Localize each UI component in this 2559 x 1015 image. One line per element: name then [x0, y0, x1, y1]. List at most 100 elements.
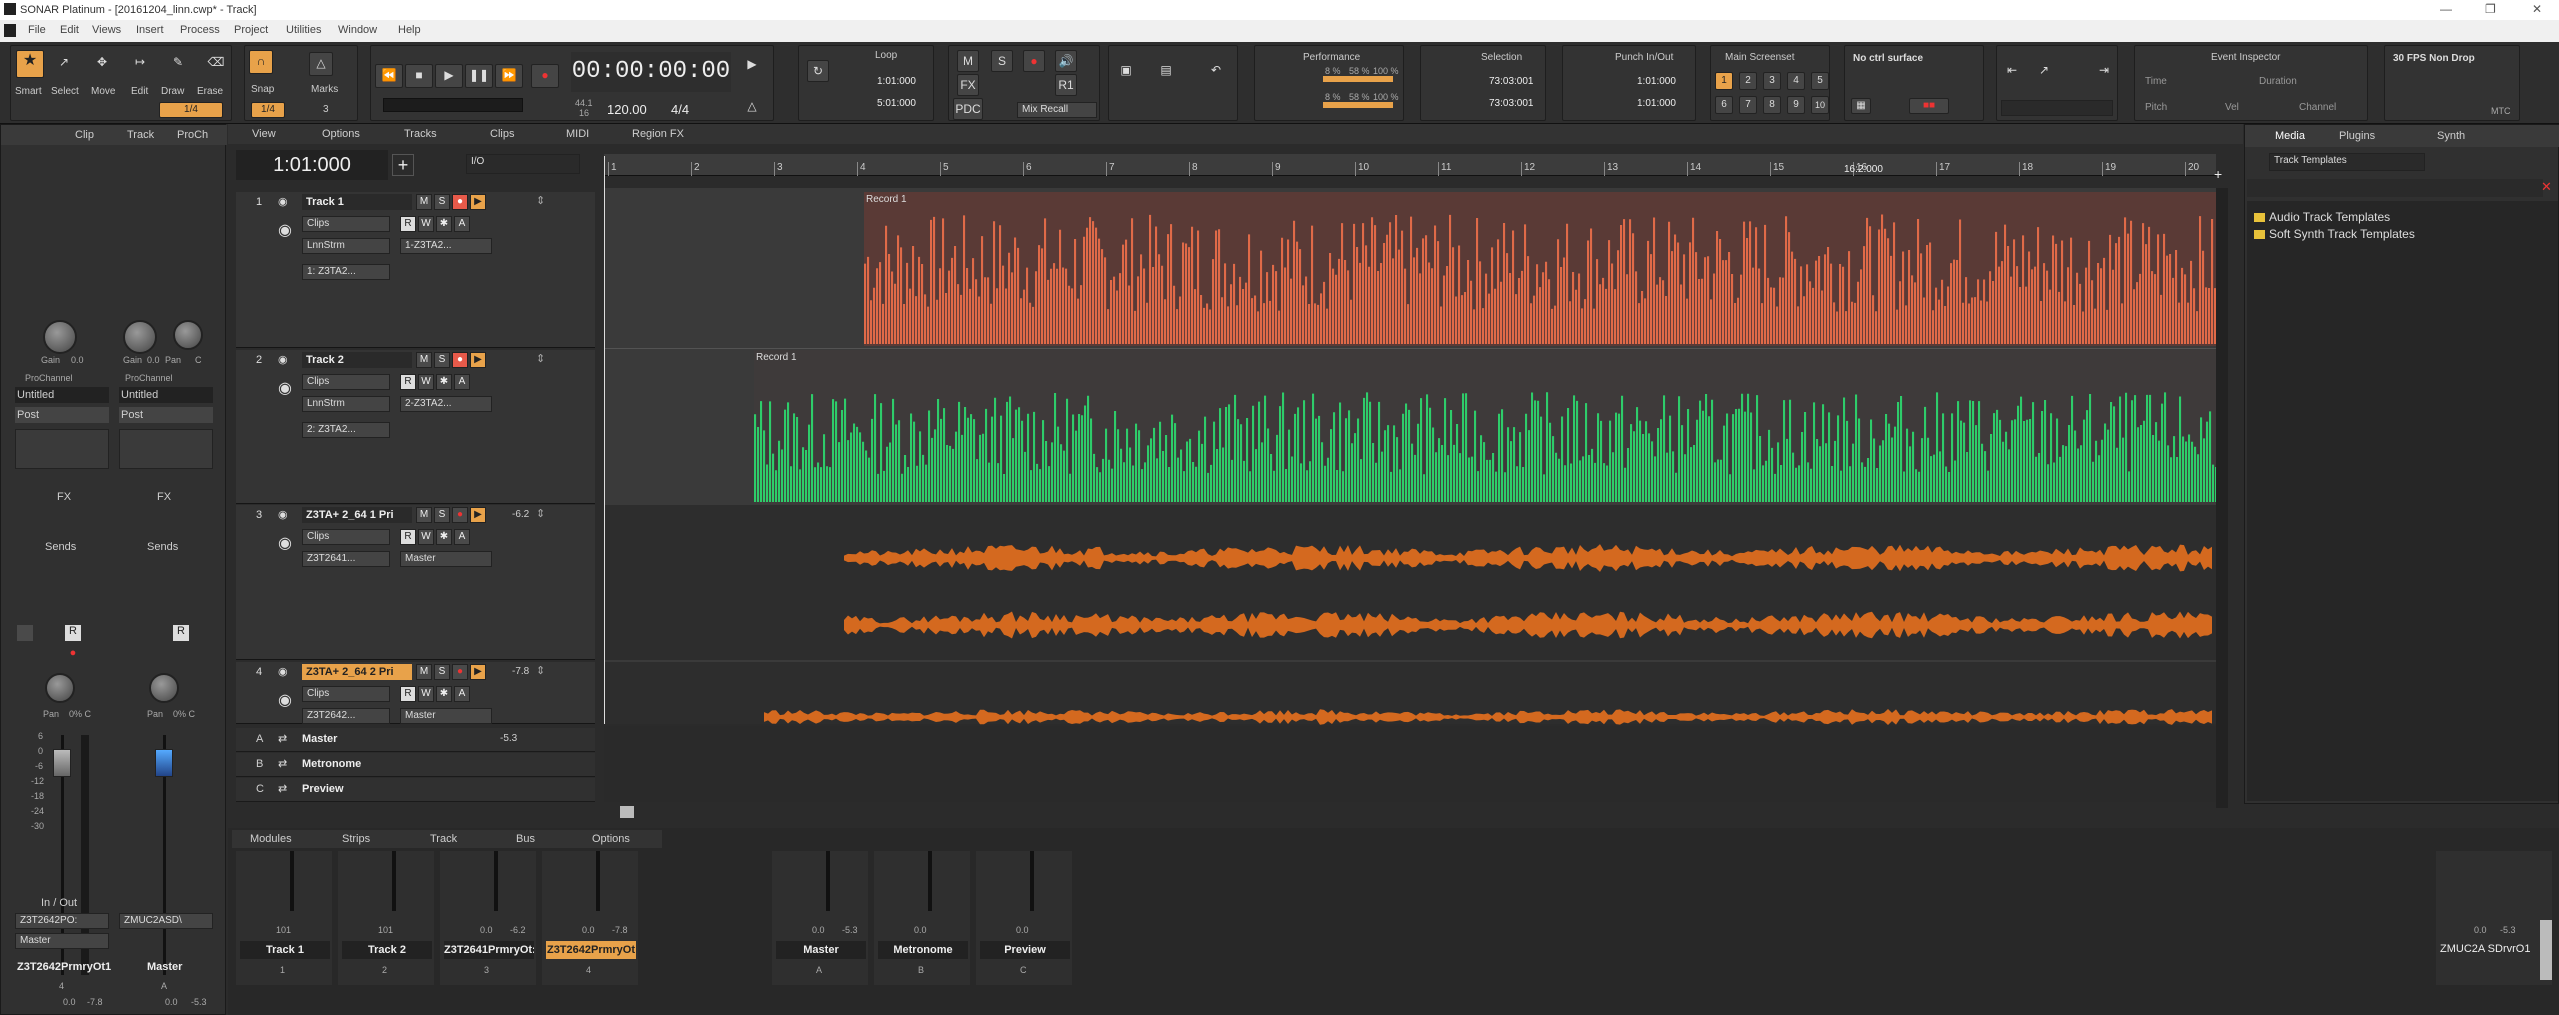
mix-recall-dropdown[interactable]: Mix Recall [1017, 102, 1097, 118]
track-mute-button[interactable]: M [416, 352, 432, 368]
screenset-4[interactable]: 4 [1787, 72, 1805, 90]
screenset-8[interactable]: 8 [1763, 96, 1781, 114]
marks-icon[interactable]: △ [309, 52, 333, 76]
bus-name[interactable]: Preview [302, 783, 344, 795]
track-expand-icon[interactable]: ⇕ [536, 352, 545, 365]
timeline-ruler[interactable]: 1 2 3 4 5 6 7 8 9 10 11 12 13 14 15 16 17 18 19 20 [604, 154, 2216, 176]
track-solo-button[interactable]: S [434, 664, 450, 680]
track-mute-button[interactable]: M [416, 507, 432, 523]
input-dropdown[interactable]: Z3T2642... [302, 708, 390, 724]
input-dropdown-2[interactable]: ZMUC2ASD\ [119, 913, 213, 929]
archive-button[interactable]: A [454, 374, 470, 390]
fx-bypass-icon[interactable]: ✱ [436, 216, 452, 232]
r1-button[interactable]: R1 [1055, 74, 1077, 96]
browser-search-field[interactable] [2247, 179, 2543, 197]
strip-name-1[interactable]: Z3T2642PrmryOt1 [17, 961, 111, 973]
track-monitor-icon[interactable]: ▶ [470, 352, 486, 368]
position-slider[interactable] [383, 98, 523, 112]
synth-dropdown[interactable]: 2: Z3TA2... [302, 422, 390, 438]
minimize-icon[interactable]: — [2440, 2, 2452, 16]
undo-icon[interactable]: ↶ [1205, 60, 1227, 82]
horizontal-scrollbar[interactable] [620, 806, 634, 818]
strip-fader[interactable] [392, 851, 396, 911]
track-name[interactable]: Track 2 [302, 352, 412, 368]
screenset-6[interactable]: 6 [1715, 96, 1733, 114]
console-menu-modules[interactable]: Modules [250, 833, 292, 845]
add-track-icon[interactable]: + [392, 154, 414, 176]
track-solo-button[interactable]: S [434, 194, 450, 210]
volume-fader-1[interactable] [53, 749, 71, 777]
inspector-tab-clip[interactable]: Clip [75, 129, 94, 141]
track-monitor-icon[interactable]: ▶ [470, 664, 486, 680]
now-time-display[interactable]: 1:01:000 [236, 150, 388, 180]
eq-graph-2[interactable] [119, 429, 213, 469]
track-name[interactable]: Track 1 [302, 194, 412, 210]
archive-button[interactable]: A [454, 686, 470, 702]
fast-forward-icon[interactable]: ⏩ [495, 64, 523, 88]
pdc-button[interactable]: PDC [953, 98, 983, 120]
punch-start[interactable]: 1:01:000 [1637, 76, 1676, 87]
strip-fader[interactable] [928, 851, 932, 911]
track-arm-icon[interactable]: ● [452, 194, 468, 210]
screenset-1[interactable]: 1 [1715, 72, 1733, 90]
play-icon[interactable]: ▶ [435, 64, 463, 88]
master-strip-name[interactable]: ZMUC2A SDrvrO1 [2440, 943, 2550, 955]
pan-knob-2[interactable] [173, 320, 203, 350]
time-display[interactable]: 00:00:00:00 [571, 52, 731, 92]
meter-value[interactable]: 4/4 [671, 102, 689, 117]
menu-clips[interactable]: Clips [490, 128, 514, 140]
fps-dropdown[interactable]: 30 FPS Non Drop [2389, 52, 2515, 68]
select-tool-icon[interactable]: ↗ [53, 52, 75, 74]
menu-view[interactable]: View [252, 128, 276, 140]
selection-end[interactable]: 73:03:001 [1489, 98, 1534, 109]
draw-tool-icon[interactable]: ✎ [167, 52, 189, 74]
strip-fader[interactable] [290, 851, 294, 911]
solo-button[interactable]: S [991, 50, 1013, 72]
restore-icon[interactable]: ❐ [2485, 2, 2496, 16]
vertical-scrollbar[interactable] [2216, 188, 2228, 808]
pan-knob-1[interactable] [45, 673, 75, 703]
output-dropdown[interactable]: 1-Z3TA2... [400, 238, 492, 254]
clip-track2[interactable]: Record 1 [754, 350, 2216, 504]
loop-toggle-icon[interactable]: ↻ [807, 60, 829, 82]
menu-tracks[interactable]: Tracks [404, 128, 437, 140]
menu-options[interactable]: Options [322, 128, 360, 140]
input-dropdown-1[interactable]: Z3T2642PO: [15, 913, 109, 929]
camera-icon[interactable]: ▣ [1115, 60, 1137, 82]
read-button-1[interactable]: R [65, 625, 81, 641]
strip-name[interactable]: Z3T2641PrmryOt: [444, 941, 534, 959]
input-dropdown[interactable]: Z3T2641... [302, 551, 390, 567]
bus-name[interactable]: Master [302, 733, 337, 745]
track-expand-icon[interactable]: ⇕ [536, 194, 545, 207]
menu-utilities[interactable]: Utilities [286, 24, 321, 36]
grid-icon[interactable]: ▦ [1851, 98, 1871, 114]
browser-tab-plugins[interactable]: Plugins [2339, 130, 2375, 142]
menu-help[interactable]: Help [398, 24, 421, 36]
synth-dropdown[interactable]: 1: Z3TA2... [302, 264, 390, 280]
bus-header[interactable]: A ⇄ Master -5.3 [236, 728, 595, 752]
track-expand-icon[interactable]: ⇕ [536, 507, 545, 520]
clips-dropdown[interactable]: Clips [302, 216, 390, 232]
track-header[interactable]: 3 ◉ Z3TA+ 2_64 1 Pri M S ● ▶ -6.2 ⇕ ◉ Cl… [236, 505, 595, 660]
mute-button[interactable]: M [957, 50, 979, 72]
io-dropdown[interactable]: I/O [466, 154, 580, 174]
eq-graph-1[interactable] [15, 429, 109, 469]
track-arm-icon[interactable]: ● [452, 664, 468, 680]
smart-tool-icon[interactable]: ★ [16, 50, 44, 78]
strip-name[interactable]: Track 1 [240, 941, 330, 959]
strip-fader[interactable] [596, 851, 600, 911]
read-automation-button[interactable]: R [400, 374, 416, 390]
strip-fader[interactable] [1030, 851, 1034, 911]
inspector-tab-track[interactable]: Track [127, 129, 154, 141]
fx-bypass-icon[interactable]: ✱ [436, 529, 452, 545]
arm-icon-1[interactable]: ● [65, 647, 81, 663]
post-toggle-1[interactable]: Post [15, 407, 109, 423]
fx-bypass-icon[interactable]: ✱ [436, 686, 452, 702]
menu-views[interactable]: Views [92, 24, 121, 36]
strip-fader[interactable] [494, 851, 498, 911]
track-name[interactable]: Z3TA+ 2_64 1 Pri [302, 507, 412, 523]
screenset-7[interactable]: 7 [1739, 96, 1757, 114]
track-mute-button[interactable]: M [416, 194, 432, 210]
snap-magnet-icon[interactable]: ∩ [249, 50, 273, 74]
screenset-5[interactable]: 5 [1811, 72, 1829, 90]
